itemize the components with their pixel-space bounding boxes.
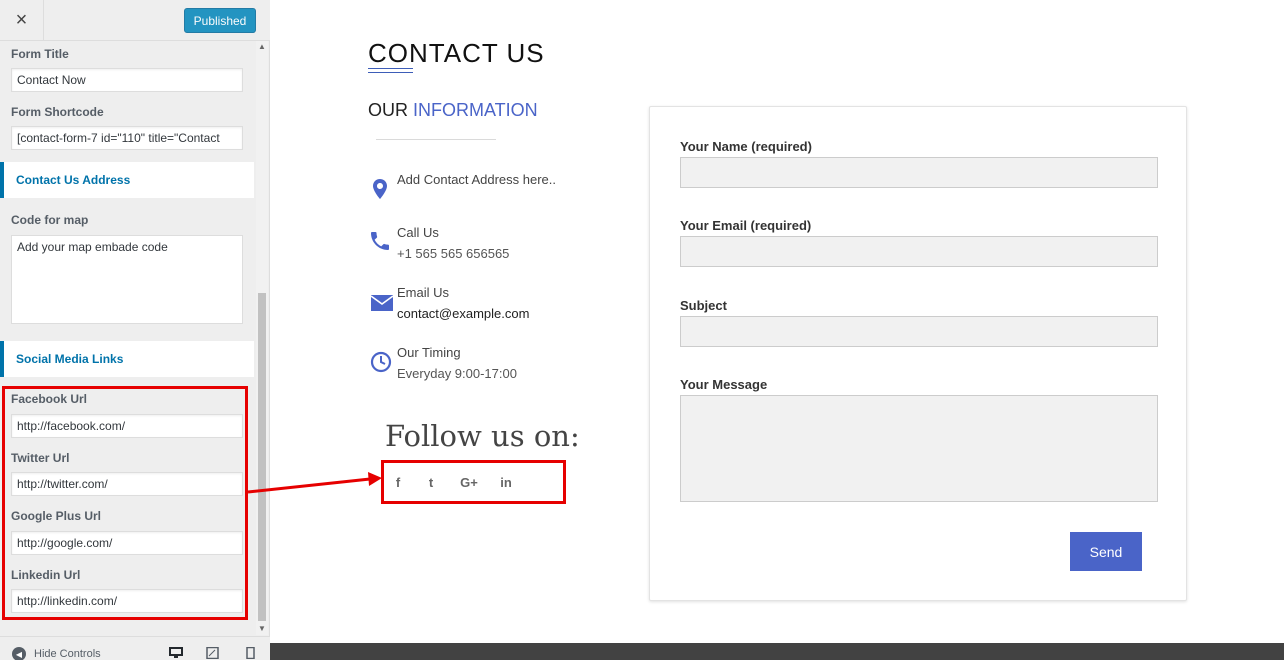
email-field-label: Your Email (required) xyxy=(680,218,812,233)
send-button[interactable]: Send xyxy=(1070,532,1142,571)
social-icons-highlight xyxy=(381,460,566,504)
form-shortcode-label: Form Shortcode xyxy=(11,105,104,119)
clock-icon xyxy=(370,351,392,373)
section-contact-address[interactable]: Contact Us Address xyxy=(0,162,254,198)
envelope-icon xyxy=(370,295,394,311)
timing-value: Everyday 9:00-17:00 xyxy=(397,366,517,381)
customizer-sidebar: × Published Form Title Contact Now Form … xyxy=(0,0,270,660)
sidebar-header: × Published xyxy=(0,0,270,41)
info-heading: OUR INFORMATION xyxy=(368,100,538,121)
info-heading-information: INFORMATION xyxy=(413,100,538,120)
social-fields-highlight xyxy=(2,386,248,620)
close-button[interactable]: × xyxy=(0,0,44,41)
form-title-input[interactable]: Contact Now xyxy=(11,68,243,92)
contact-form: Your Name (required) Your Email (require… xyxy=(649,106,1187,601)
email-label: Email Us xyxy=(397,285,450,300)
form-shortcode-input[interactable]: [contact-form-7 id="110" title="Contact xyxy=(11,126,243,150)
close-icon: × xyxy=(15,9,28,31)
sidebar-footer: ◀ Hide Controls xyxy=(0,636,270,660)
call-value: +1 565 565 656565 xyxy=(397,246,510,261)
map-pin-icon xyxy=(373,179,387,199)
subject-label: Subject xyxy=(680,298,727,313)
info-divider xyxy=(376,139,496,140)
mobile-preview-icon[interactable] xyxy=(244,647,258,659)
email-value[interactable]: contact@example.com xyxy=(397,303,529,324)
map-code-label: Code for map xyxy=(11,213,89,227)
publish-button[interactable]: Published xyxy=(184,8,256,33)
site-preview: CONTACT US OUR INFORMATION Add Contact A… xyxy=(270,0,1284,660)
scroll-down-icon[interactable]: ▼ xyxy=(256,623,268,635)
subject-input[interactable] xyxy=(680,316,1158,347)
site-footer xyxy=(270,643,1284,660)
timing-label: Our Timing xyxy=(397,345,461,360)
address-text: Add Contact Address here.. xyxy=(397,172,556,187)
title-underline-2 xyxy=(368,72,413,73)
collapse-icon: ◀ xyxy=(12,647,26,660)
form-title-label: Form Title xyxy=(11,47,69,61)
section-social-links[interactable]: Social Media Links xyxy=(0,341,254,377)
name-label: Your Name (required) xyxy=(680,139,812,154)
scroll-up-icon[interactable]: ▲ xyxy=(256,41,268,53)
phone-icon xyxy=(371,232,389,250)
map-code-textarea[interactable]: Add your map embade code xyxy=(11,235,243,324)
page-title: CONTACT US xyxy=(368,38,545,68)
sidebar-scrollbar[interactable]: ▲ ▼ xyxy=(256,41,268,635)
hide-controls-label: Hide Controls xyxy=(34,648,101,660)
email-input[interactable] xyxy=(680,236,1158,267)
follow-heading: Follow us on: xyxy=(385,419,580,453)
message-textarea[interactable] xyxy=(680,395,1158,502)
tablet-preview-icon[interactable] xyxy=(206,647,220,659)
scrollbar-thumb[interactable] xyxy=(258,293,266,621)
title-underline xyxy=(368,68,413,69)
hide-controls-button[interactable]: ◀ Hide Controls xyxy=(12,647,101,660)
name-input[interactable] xyxy=(680,157,1158,188)
info-heading-our: OUR xyxy=(368,100,408,120)
desktop-preview-icon[interactable] xyxy=(169,647,183,659)
call-label: Call Us xyxy=(397,225,439,240)
message-label: Your Message xyxy=(680,377,768,392)
